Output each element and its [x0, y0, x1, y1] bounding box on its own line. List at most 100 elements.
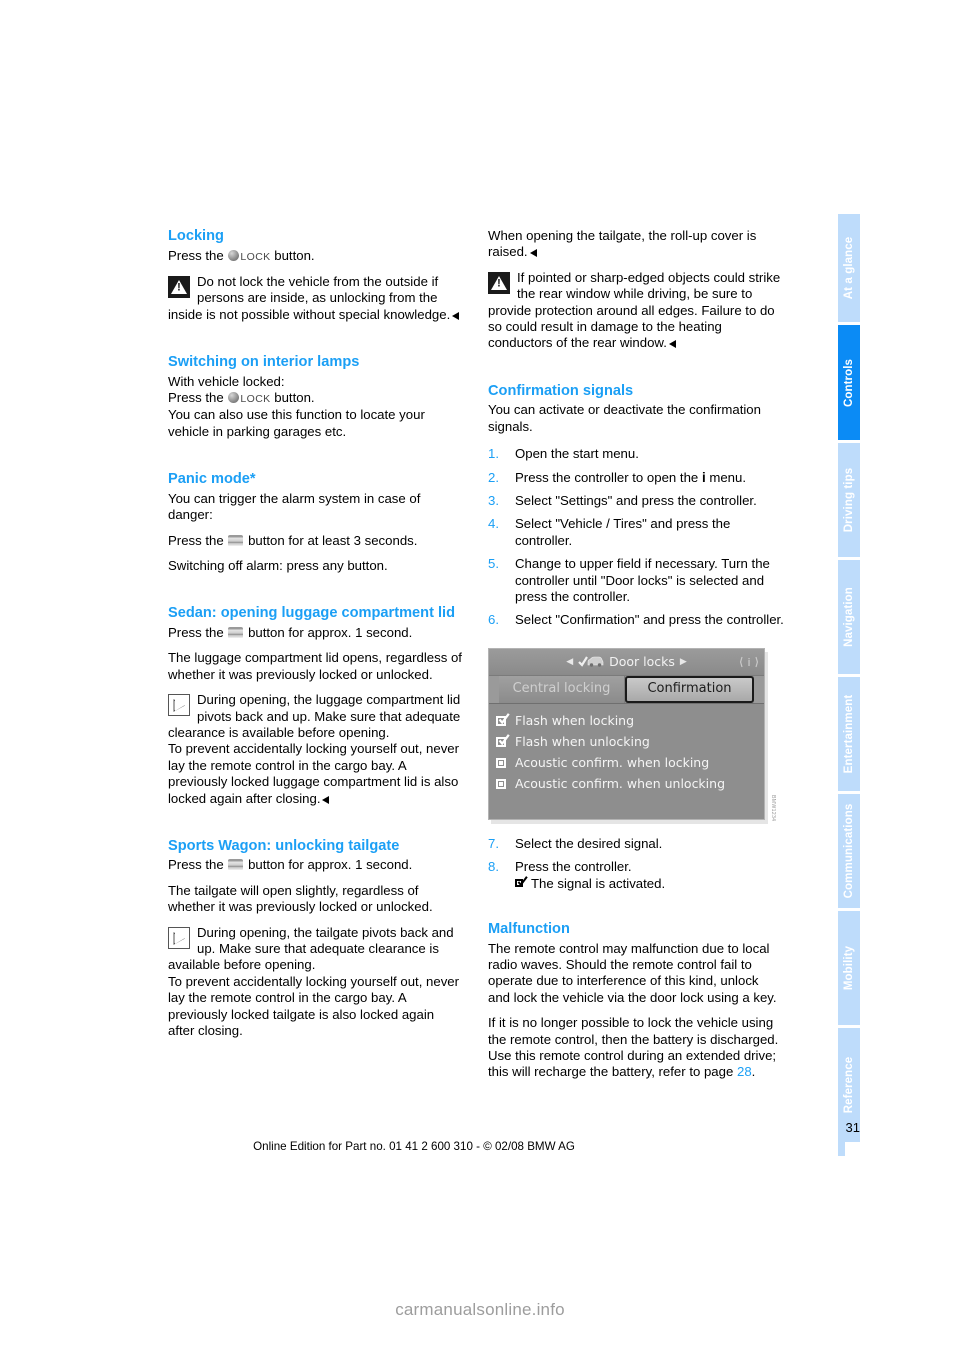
side-tab-controls[interactable]: Controls [838, 325, 860, 440]
idrive-screenshot-figure: ◀ Door locks ▶ i Central locking Confirm… [488, 647, 781, 826]
step-text: Select "Settings" and press the controll… [515, 492, 757, 508]
option-label: Acoustic confirm. when locking [515, 755, 710, 771]
signal-activated-text: The signal is activated. [531, 875, 666, 891]
wagon-note-text: During opening, the tailgate pivots back… [168, 924, 454, 973]
sedan-note-text: During opening, the luggage compartment … [168, 692, 461, 740]
step-text-before: Press the controller to open the [515, 469, 699, 485]
idrive-tab-spacer-left [489, 675, 499, 703]
step-number: 4. [488, 516, 499, 532]
locking-warning: ! Do not lock the vehicle from the outsi… [168, 274, 464, 332]
side-tab-navigation[interactable]: Navigation [838, 560, 860, 674]
locking-press-line: Press the LOCK button. [168, 248, 464, 274]
idrive-tab-central-locking[interactable]: Central locking [499, 675, 625, 703]
heading-interior-lamps: Switching on interior lamps [168, 354, 360, 371]
list-item: 8. Press the controller. The signal is a… [488, 859, 784, 899]
list-item[interactable]: Acoustic confirm. when unlocking [496, 774, 764, 795]
sedan-note-cont: To prevent accidentally locking yourself… [168, 741, 464, 816]
wagon-note: During opening, the tailgate pivots back… [168, 925, 464, 974]
lock-button-icon [228, 392, 240, 404]
end-marker-icon [529, 249, 537, 258]
idrive-header: ◀ Door locks ▶ i [489, 648, 764, 676]
idrive-tab-confirmation[interactable]: Confirmation [625, 675, 754, 703]
list-item: 2. Press the controller to open the i me… [488, 470, 784, 493]
svg-text:i: i [747, 656, 750, 669]
press-prefix: Press the [168, 857, 224, 873]
list-item: 7. Select the desired signal. [488, 836, 784, 859]
trunk-button-icon [228, 859, 244, 871]
press-suffix: button for approx. 1 second. [248, 624, 413, 640]
wagon-note-cont: To prevent accidentally locking yourself… [168, 973, 460, 1039]
step-text: Open the start menu. [515, 446, 639, 462]
lock-label: LOCK [240, 250, 271, 263]
step-number: 2. [488, 469, 499, 485]
side-tab-label: Mobility [843, 945, 855, 991]
panic-mode-para1: You can trigger the alarm system in case… [168, 490, 421, 523]
list-item[interactable]: Flash when unlocking [496, 732, 764, 753]
footer-edition-text: Online Edition for Part no. 01 41 2 600 … [253, 1140, 575, 1153]
checkbox-checked-icon[interactable] [496, 733, 510, 748]
interior-lamps-press-line: Press the LOCK button. [168, 390, 464, 407]
panic-mode-press-line: Press the button for at least 3 seconds. [168, 533, 464, 558]
warning-text: Do not lock the vehicle from the outside… [168, 273, 451, 322]
list-item[interactable]: Flash when locking [496, 711, 764, 732]
side-tab-mobility[interactable]: Mobility [838, 911, 860, 1025]
checkbox-checked-icon[interactable] [496, 712, 510, 727]
interior-lamps-line1: With vehicle locked: [168, 373, 285, 389]
note-play-glyph [173, 699, 185, 712]
end-marker-icon [452, 311, 460, 320]
press-prefix: Press the [168, 247, 224, 263]
step-number: 5. [488, 556, 499, 572]
malfunction-text: If it is no longer possible to lock the … [488, 1015, 779, 1080]
option-label: Acoustic confirm. when unlocking [515, 776, 726, 792]
malfunction-para1: The remote control may malfunction due t… [488, 940, 777, 1005]
footer-tab-marker [838, 1116, 845, 1156]
sedan-para2: The luggage compartment lid opens, regar… [168, 650, 462, 682]
side-tab-entertainment[interactable]: Entertainment [838, 677, 860, 791]
step-number: 8. [488, 859, 499, 875]
heading-confirmation-signals: Confirmation signals [488, 382, 634, 399]
idrive-info-icon[interactable]: i [739, 653, 759, 671]
option-label: Flash when unlocking [515, 734, 650, 750]
side-tab-label: Communications [843, 803, 855, 899]
trunk-button-icon [228, 534, 244, 546]
side-tab-at-a-glance[interactable]: At a glance [838, 214, 860, 322]
side-tab-label: Entertainment [843, 694, 855, 774]
sedan-note-cont-text: To prevent accidentally locking yourself… [168, 741, 460, 806]
chevron-right-icon[interactable]: ▶ [680, 654, 687, 670]
list-item: 5. Change to upper field if necessary. T… [488, 556, 784, 612]
malfunction-text-end: . [751, 1064, 756, 1080]
malfunction-para2: If it is no longer possible to lock the … [488, 1015, 784, 1090]
page-reference-link[interactable]: 28 [737, 1064, 752, 1079]
vehicle-check-icon [578, 655, 604, 668]
checkbox-unchecked-icon[interactable] [496, 757, 509, 769]
warning-triangle-icon: ! [168, 275, 190, 298]
rollup-para: When opening the tailgate, the roll-up c… [488, 228, 784, 270]
wagon-press-line: Press the button for approx. 1 second. [168, 857, 464, 882]
list-item: 6. Select "Confirmation" and press the c… [488, 612, 784, 635]
right-text-column: When opening the tailgate, the roll-up c… [488, 228, 784, 1090]
manual-page: At a glance Controls Driving tips Naviga… [0, 0, 960, 1280]
info-i-icon: i [701, 469, 706, 485]
step-text: Press the controller. [515, 859, 632, 875]
press-suffix: button. [274, 247, 315, 263]
side-tab-label: Navigation [843, 587, 855, 647]
press-suffix: button for approx. 1 second. [248, 857, 413, 873]
chevron-left-icon[interactable]: ◀ [566, 654, 573, 670]
checkbox-unchecked-icon[interactable] [496, 778, 509, 790]
side-tab-communications[interactable]: Communications [838, 794, 860, 908]
step-text-after: menu. [709, 469, 747, 485]
step-text: Select "Confirmation" and press the cont… [515, 612, 784, 628]
panic-mode-para3: Switching off alarm: press any button. [168, 557, 388, 573]
press-suffix: button for at least 3 seconds. [248, 532, 418, 548]
option-label: Flash when locking [515, 713, 635, 729]
note-triangle-icon [168, 926, 190, 949]
list-item[interactable]: Acoustic confirm. when locking [496, 753, 764, 774]
heading-sedan-luggage: Sedan: opening luggage compartment lid [168, 605, 456, 622]
idrive-option-list: Flash when locking Flash when unlocking [489, 703, 764, 795]
step-text: Select "Vehicle / Tires" and press the c… [515, 516, 731, 548]
side-tab-driving-tips[interactable]: Driving tips [838, 443, 860, 557]
end-marker-icon [668, 340, 676, 349]
step-number: 1. [488, 446, 499, 462]
step-number: 6. [488, 612, 499, 628]
step-number: 3. [488, 492, 499, 508]
